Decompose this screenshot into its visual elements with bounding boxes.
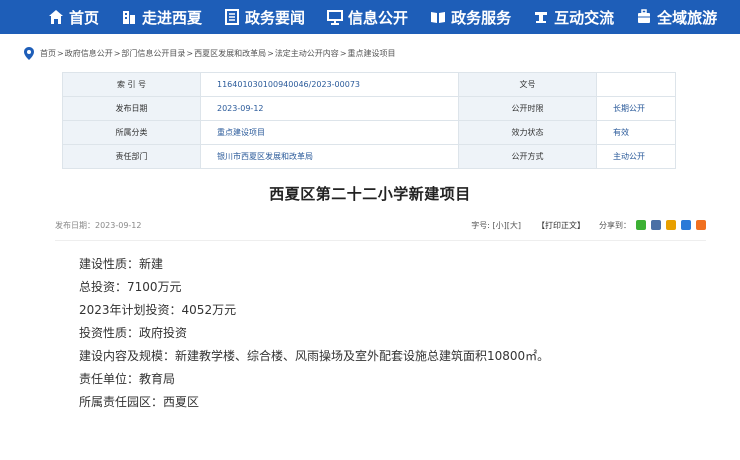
breadcrumb-item-home[interactable]: 首页 (40, 48, 56, 59)
method-label: 公开方式 (457, 144, 597, 169)
article-paragraph: 建设性质：新建 (79, 257, 164, 271)
dept-value: 银川市西夏区发展和改革局 (200, 144, 459, 169)
nav-item-label: 互动交流 (554, 8, 615, 27)
info-icon (327, 10, 344, 25)
table-row: 发布日期 2023-09-12 公开时限 长期公开 (62, 96, 677, 121)
breadcrumb-item[interactable]: 西夏区发展和改革局 (194, 48, 266, 59)
divider (55, 240, 706, 241)
doc-number-value (595, 72, 677, 97)
article-paragraph: 建设内容及规模：新建教学楼、综合楼、风雨操场及室外配套设施总建筑面积10800㎡… (79, 349, 550, 363)
dept-label: 责任部门 (62, 144, 201, 169)
top-nav: 首页 走进西夏 政务要闻 信息公开 政务服务 互动交流 全域旅游 (0, 0, 740, 34)
article-paragraph: 2023年计划投资：4052万元 (79, 303, 237, 317)
opentime-value: 长期公开 (595, 96, 677, 121)
method-value: 主动公开 (595, 144, 677, 169)
table-row: 索 引 号 116401030100940046/2023-00073 文号 (62, 72, 677, 97)
breadcrumb-separator: > (57, 48, 64, 58)
article-tools: 字号: [小][大] 【打印正文】 分享到： (471, 220, 706, 231)
building-icon (123, 11, 136, 24)
nav-item-service[interactable]: 政务服务 (430, 7, 511, 28)
article-title: 西夏区第二十二小学新建项目 (269, 185, 471, 203)
nav-item-home[interactable]: 首页 (48, 7, 99, 28)
doc-number-label: 文号 (457, 72, 597, 97)
nav-item-label: 首页 (69, 8, 100, 27)
location-pin-icon (24, 46, 34, 60)
nav-item-about[interactable]: 走进西夏 (121, 7, 202, 28)
category-label: 所属分类 (62, 120, 201, 145)
share-label: 分享到： (599, 220, 631, 230)
more-share-icon[interactable] (696, 220, 706, 230)
breadcrumb-separator: > (186, 48, 194, 58)
nav-item-travel[interactable]: 全域旅游 (636, 7, 717, 28)
nav-item-label: 政务要闻 (245, 8, 306, 27)
status-value: 有效 (595, 120, 677, 145)
breadcrumb-item[interactable]: 部门信息公开目录 (121, 48, 185, 59)
article-paragraph: 责任单位：教育局 (79, 372, 176, 386)
home-icon (49, 10, 63, 24)
article-paragraph: 总投资：7100万元 (79, 280, 182, 294)
breadcrumb-separator: > (267, 48, 274, 58)
nav-item-news[interactable]: 政务要闻 (224, 7, 305, 28)
opentime-label: 公开时限 (457, 96, 597, 121)
index-label: 索 引 号 (62, 72, 201, 97)
travel-icon (638, 9, 651, 23)
article-paragraph: 所属责任园区：西夏区 (79, 395, 200, 409)
publish-date: 发布日期：2023-09-12 (55, 220, 142, 230)
breadcrumb-separator: > (113, 48, 121, 58)
nav-item-label: 走进西夏 (142, 8, 203, 27)
nav-item-label: 政务服务 (451, 8, 512, 27)
service-icon (431, 12, 446, 23)
breadcrumb-item[interactable]: 法定主动公开内容 (275, 48, 339, 59)
breadcrumb-item[interactable]: 重点建设项目 (348, 48, 396, 59)
nav-item-interact[interactable]: 互动交流 (533, 7, 614, 28)
weibo-share-icon[interactable] (666, 220, 676, 230)
renren-share-icon[interactable] (681, 220, 691, 230)
qzone-share-icon[interactable] (651, 220, 661, 230)
article-body: 建设性质：新建 总投资：7100万元 2023年计划投资：4052万元 投资性质… (79, 257, 740, 410)
table-row: 责任部门 银川市西夏区发展和改革局 公开方式 主动公开 (62, 144, 677, 169)
index-value: 116401030100940046/2023-00073 (200, 72, 459, 97)
nav-item-label: 信息公开 (348, 8, 409, 27)
wechat-share-icon[interactable] (636, 220, 646, 230)
category-value: 重点建设项目 (200, 120, 459, 145)
article-paragraph: 投资性质：政府投资 (79, 326, 188, 340)
pubdate-value: 2023-09-12 (200, 96, 459, 121)
nav-item-label: 全域旅游 (657, 8, 718, 27)
chat-icon (535, 12, 548, 23)
pubdate-label: 发布日期 (62, 96, 201, 121)
nav-item-info[interactable]: 信息公开 (327, 7, 408, 28)
breadcrumb: 首页 > 政府信息公开 > 部门信息公开目录 > 西夏区发展和改革局 > 法定主动公开内… (0, 43, 740, 63)
breadcrumb-item[interactable]: 政府信息公开 (65, 48, 113, 59)
breadcrumb-separator: > (339, 48, 347, 58)
article-infobar: 发布日期：2023-09-12 字号: [小][大] 【打印正文】 分享到： (55, 218, 706, 232)
document-meta-table: 索 引 号 116401030100940046/2023-00073 文号 发… (62, 72, 677, 169)
status-label: 效力状态 (457, 120, 597, 145)
font-size-toggle[interactable]: 字号: [小][大] (471, 220, 521, 231)
news-icon (225, 9, 240, 25)
table-row: 所属分类 重点建设项目 效力状态 有效 (62, 120, 677, 145)
print-button[interactable]: 【打印正文】 (537, 220, 585, 231)
